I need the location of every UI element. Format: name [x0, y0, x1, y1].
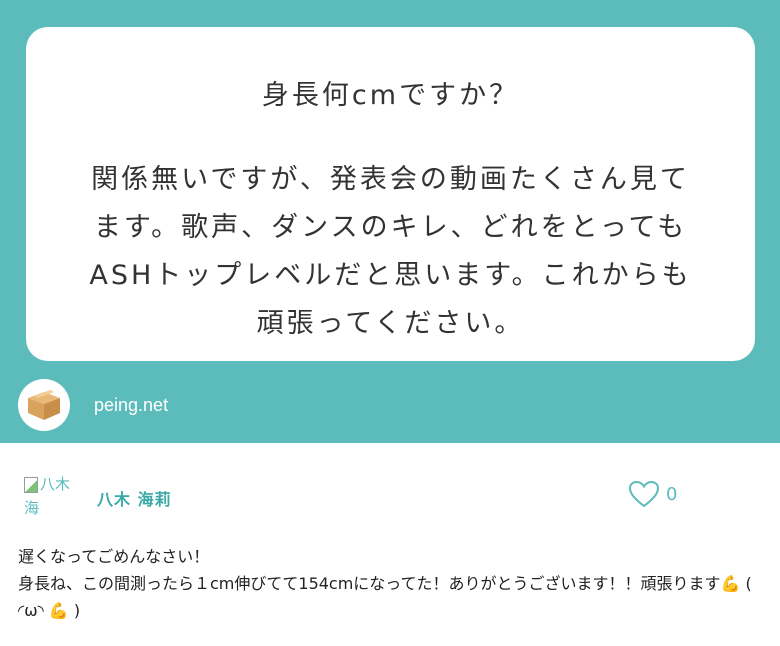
- like-count: 0: [666, 483, 678, 505]
- like-button[interactable]: 0: [628, 480, 677, 508]
- answer-line-2: 身長ね、この間測ったら１cm伸びてて154cmになってた！ありがとうございます！…: [18, 574, 752, 620]
- question-card: 身長何cmですか？ 関係無いですが、発表会の動画たくさん見てます。歌声、ダンスの…: [0, 0, 780, 443]
- question-body: 関係無いですが、発表会の動画たくさん見てます。歌声、ダンスのキレ、どれをとっても…: [89, 164, 692, 339]
- user-name[interactable]: 八木 海莉: [97, 486, 172, 510]
- answer-body: 遅くなってごめんなさい！ 身長ね、この間測ったら１cm伸びてて154cmになって…: [18, 543, 766, 624]
- brand-row[interactable]: peing.net: [18, 378, 168, 432]
- broken-image-icon: [24, 476, 38, 493]
- question-title: 身長何cmですか？: [261, 80, 520, 111]
- brand-name[interactable]: peing.net: [94, 395, 168, 416]
- answer-header: 八木 海 八木 海莉 0: [24, 468, 754, 528]
- answer-line-1: 遅くなってごめんなさい！: [18, 547, 210, 566]
- heart-outline-icon: [628, 480, 660, 508]
- avatar[interactable]: 八木 海: [24, 472, 74, 526]
- question-bubble: 身長何cmですか？ 関係無いですが、発表会の動画たくさん見てます。歌声、ダンスの…: [26, 27, 755, 361]
- cardboard-box-icon: [18, 379, 70, 431]
